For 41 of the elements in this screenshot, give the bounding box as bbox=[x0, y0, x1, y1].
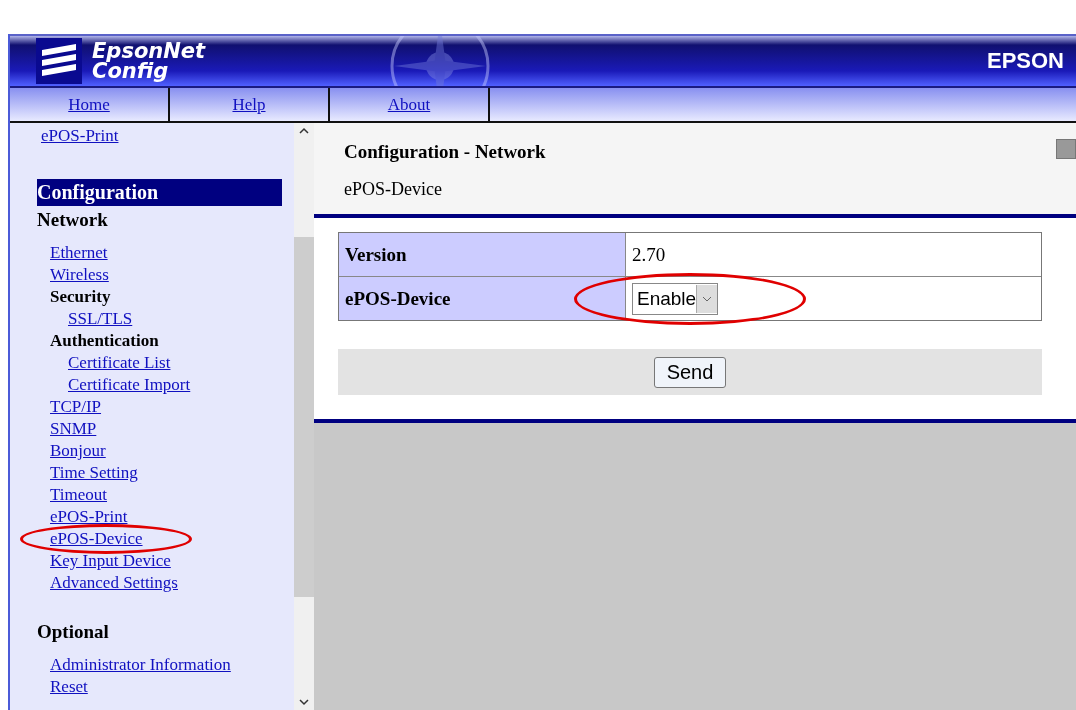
sidebar-link[interactable]: ePOS-Device bbox=[50, 528, 143, 550]
sidebar-link[interactable]: SSL/TLS bbox=[68, 308, 133, 330]
sidebar-link[interactable]: Timeout bbox=[50, 484, 107, 506]
row-label: Version bbox=[339, 233, 626, 276]
nav-link[interactable]: Home bbox=[10, 88, 170, 121]
sidebar-link[interactable]: ePOS-Print bbox=[50, 506, 128, 528]
sidebar-link[interactable]: Key Input Device bbox=[50, 550, 171, 572]
scroll-up-icon[interactable] bbox=[299, 127, 309, 135]
sidebar-subheading: Security bbox=[50, 286, 112, 308]
sidebar-link[interactable]: TCP/IP bbox=[50, 396, 102, 418]
page-title: Configuration - Network bbox=[344, 141, 546, 163]
sidebar-link[interactable]: Advanced Settings bbox=[50, 572, 178, 594]
sidebar-heading: Optional bbox=[37, 620, 110, 644]
sidebar-heading: Network bbox=[37, 208, 109, 232]
brand-name: EPSON bbox=[986, 48, 1064, 74]
logo-icon bbox=[36, 38, 82, 84]
page-subtitle: ePOS-Device bbox=[344, 179, 443, 200]
sidebar-link[interactable]: Ethernet bbox=[50, 242, 108, 264]
scrollbar[interactable] bbox=[294, 123, 314, 710]
row-value: 2.70 bbox=[632, 243, 666, 266]
app-logo-text: EpsonNet Config bbox=[92, 41, 206, 81]
row-label: ePOS-Device bbox=[339, 277, 626, 320]
sidebar-link[interactable]: Reset bbox=[50, 676, 88, 698]
sidebar-subheading: Authentication bbox=[50, 330, 160, 352]
caret-icon bbox=[696, 284, 718, 313]
sidebar-link[interactable]: Bonjour bbox=[50, 440, 106, 462]
sidebar-link[interactable]: Certificate List bbox=[68, 352, 171, 374]
scroll-thumb[interactable] bbox=[294, 236, 314, 597]
sidebar-link[interactable]: ePOS-Print bbox=[41, 125, 119, 147]
sidebar-section-title: Configuration bbox=[37, 179, 282, 206]
sidebar-link[interactable]: Time Setting bbox=[50, 462, 138, 484]
sidebar-link[interactable]: Certificate Import bbox=[68, 374, 191, 396]
scroll-down-icon[interactable] bbox=[299, 698, 309, 706]
send-button[interactable]: Send bbox=[653, 356, 727, 388]
sidebar-link[interactable]: SNMP bbox=[50, 418, 97, 440]
nav-link[interactable]: About bbox=[330, 88, 490, 121]
sidebar-link[interactable]: Wireless bbox=[50, 264, 109, 286]
sidebar-link[interactable]: Administrator Information bbox=[50, 654, 231, 676]
help-icon[interactable] bbox=[1056, 139, 1076, 159]
select-field[interactable]: Enable bbox=[632, 282, 719, 315]
nav-link[interactable]: Help bbox=[170, 88, 330, 121]
